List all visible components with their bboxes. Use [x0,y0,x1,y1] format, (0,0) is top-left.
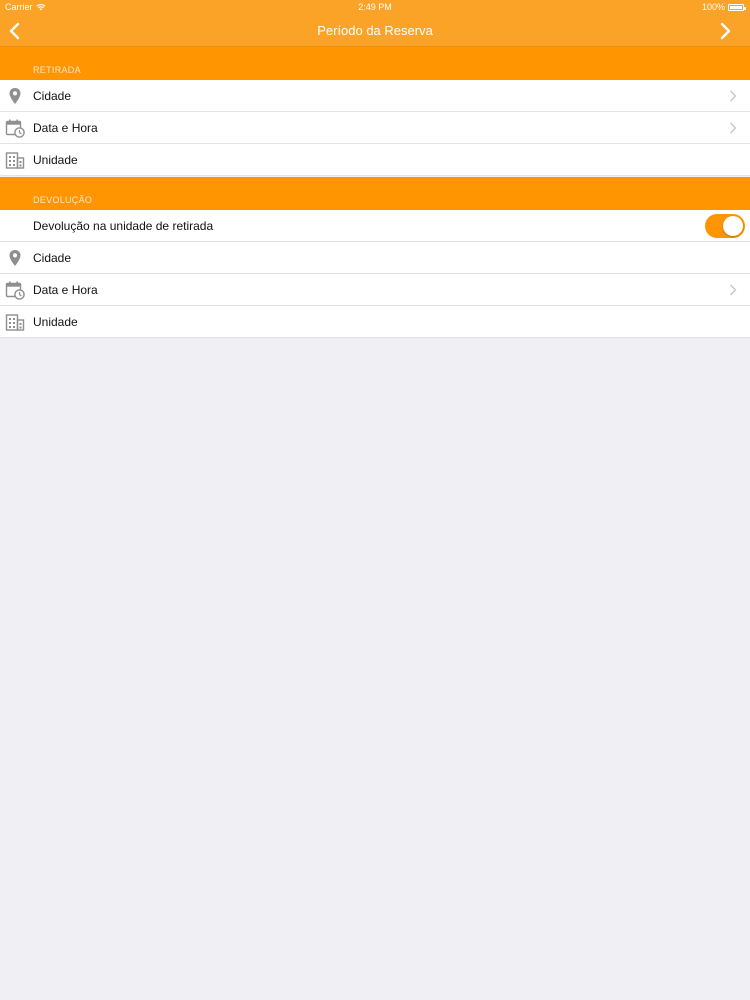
devolucao-same-unit-row: Devolução na unidade de retirada [0,210,750,242]
battery-percentage: 100% [701,2,725,12]
devolucao-unidade-label: Unidade [33,314,78,329]
page-title: Período da Reserva [317,23,433,38]
status-bar: Carrier 2:49 PM 100% [0,0,750,15]
retirada-unidade-label: Unidade [33,152,78,167]
chevron-right-icon [730,90,737,102]
devolucao-unidade-row[interactable]: Unidade [0,306,750,338]
retirada-unidade-row[interactable]: Unidade [0,144,750,176]
devolucao-same-unit-label: Devolução na unidade de retirada [33,218,214,233]
chevron-right-icon [730,122,737,134]
devolucao-cidade-row[interactable]: Cidade [0,242,750,274]
same-unit-toggle[interactable] [705,214,745,238]
retirada-cidade-row[interactable]: Cidade [0,80,750,112]
clock: 2:49 PM [358,2,392,12]
battery-indicator: 100% [701,2,746,12]
navigation-bar: Período da Reserva [0,15,750,47]
building-icon [5,152,25,169]
chevron-right-icon[interactable] [716,21,734,41]
location-pin-icon [9,88,21,104]
toggle-knob [723,216,743,236]
calendar-clock-icon [5,281,25,300]
calendar-clock-icon [5,119,25,138]
retirada-cidade-label: Cidade [33,88,72,103]
retirada-data-hora-row[interactable]: Data e Hora [0,112,750,144]
section-header-devolucao: DEVOLUÇÃO [0,177,750,210]
retirada-data-hora-label: Data e Hora [33,120,98,135]
devolucao-data-hora-row[interactable]: Data e Hora [0,274,750,306]
devolucao-data-hora-label: Data e Hora [33,282,98,297]
location-pin-icon [9,250,21,266]
battery-icon [728,3,746,11]
section-header-retirada: RETIRADA [0,47,750,80]
building-icon [5,314,25,331]
chevron-right-icon [730,284,737,296]
devolucao-cidade-label: Cidade [33,250,72,265]
